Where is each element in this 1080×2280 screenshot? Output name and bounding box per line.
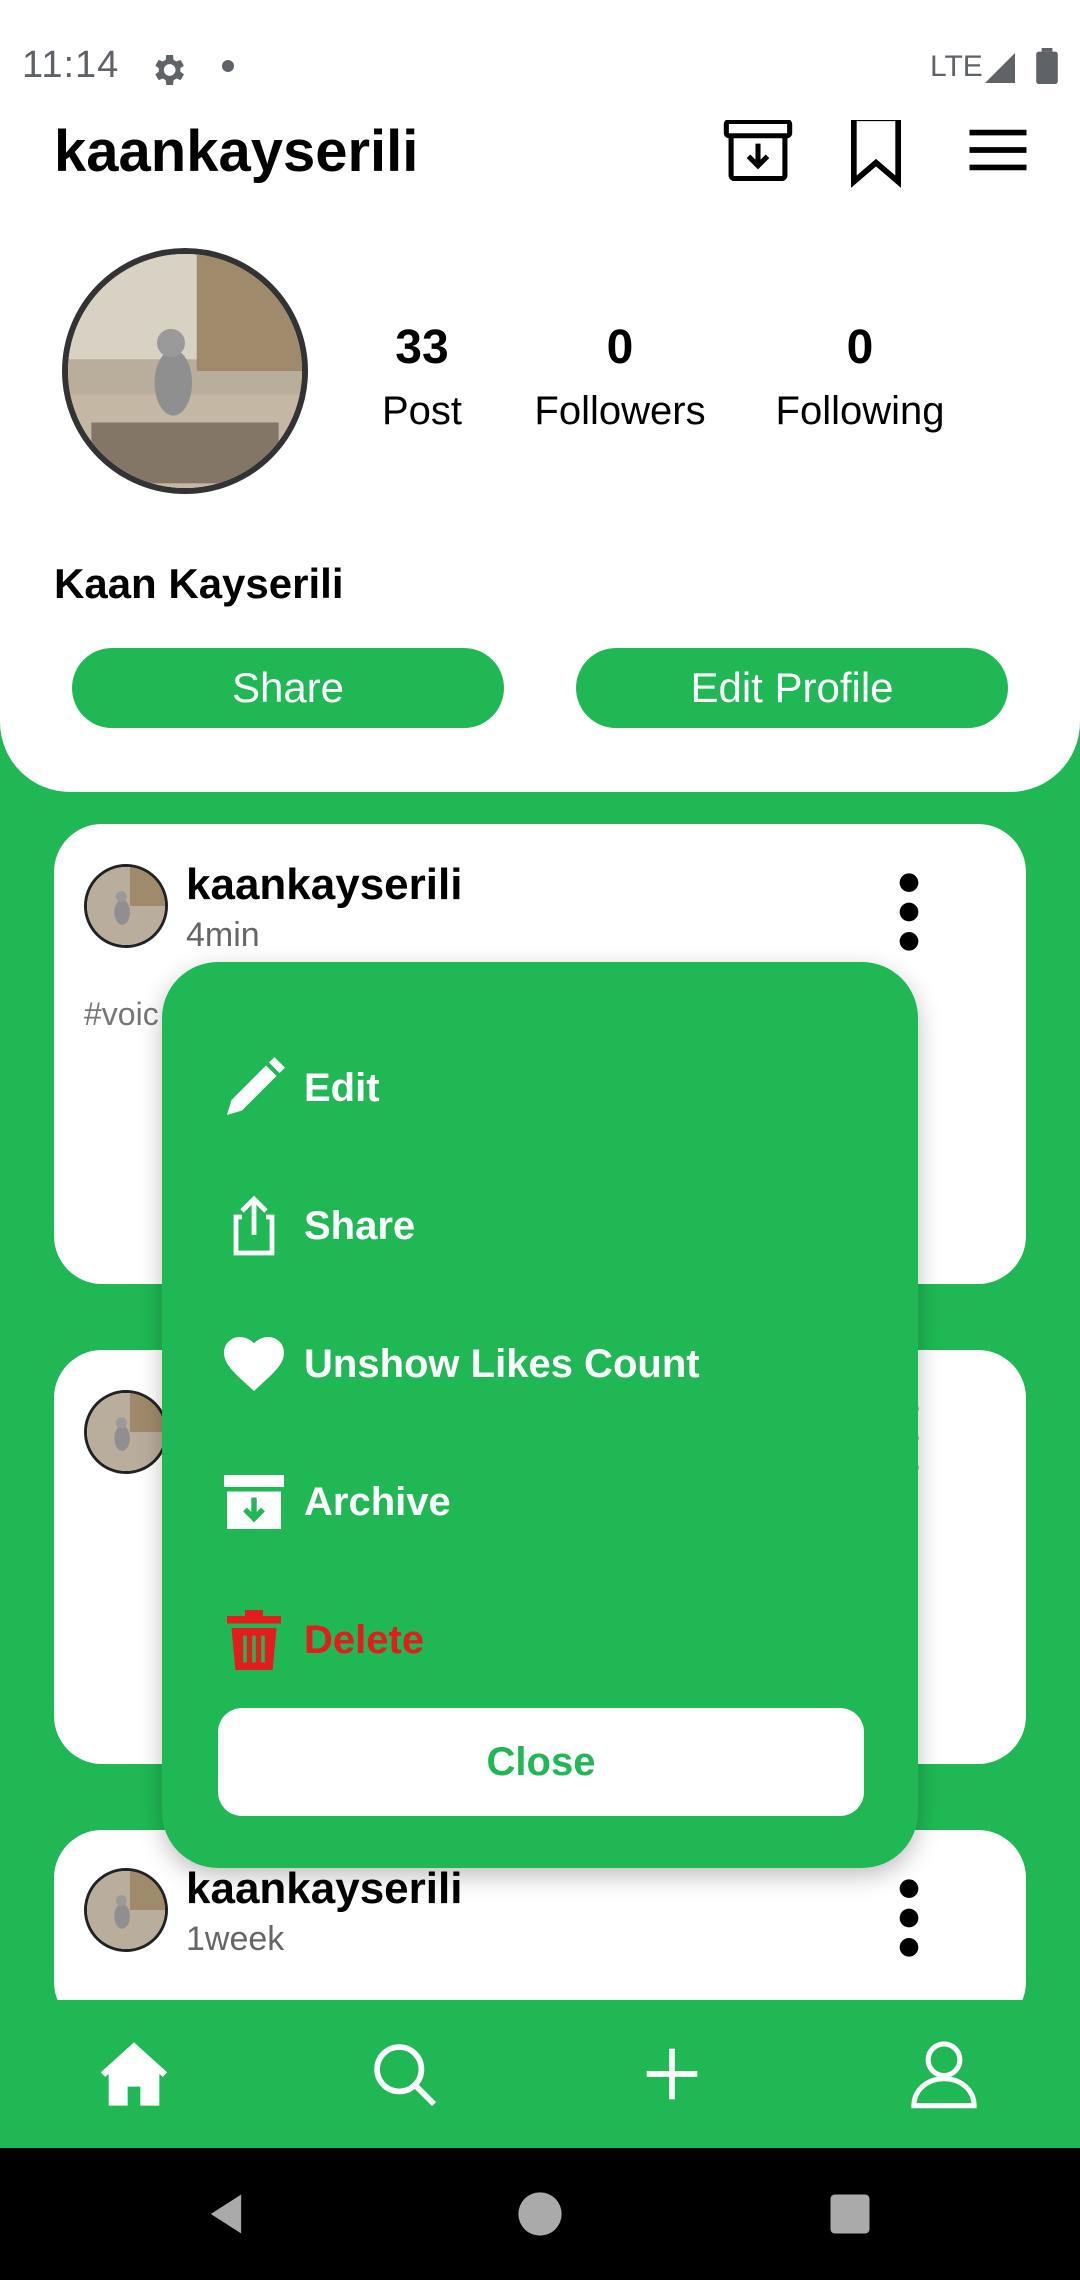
- system-navigation-bar: [0, 2148, 1080, 2280]
- stat-posts[interactable]: 33 Post: [312, 320, 532, 434]
- notification-dot-icon: [222, 60, 234, 72]
- stat-following-count: 0: [846, 321, 874, 374]
- more-options-icon[interactable]: [894, 1878, 924, 1958]
- menu-label-share: Share: [304, 1203, 416, 1248]
- menu-label-archive: Archive: [304, 1479, 451, 1524]
- pencil-icon: [227, 1057, 285, 1115]
- add-post-icon[interactable]: [634, 2036, 710, 2112]
- profile-full-name: Kaan Kayserili: [54, 560, 344, 607]
- back-icon[interactable]: [200, 2188, 252, 2240]
- heart-icon: [224, 1337, 284, 1391]
- share-profile-button[interactable]: Share: [72, 648, 504, 728]
- hamburger-menu-icon[interactable]: [960, 112, 1036, 188]
- menu-item-unshow-likes[interactable]: Unshow Likes Count: [218, 1324, 700, 1404]
- share-icon: [233, 1195, 275, 1256]
- profile-avatar[interactable]: [62, 248, 308, 494]
- menu-item-archive[interactable]: Archive: [218, 1462, 451, 1542]
- status-bar: 11:14 LTE: [0, 0, 1080, 120]
- archive-icon: [224, 1475, 284, 1529]
- menu-label-delete: Delete: [304, 1617, 425, 1662]
- post-avatar[interactable]: [84, 1868, 168, 1952]
- post-time: 1week: [186, 1920, 285, 1958]
- menu-label-edit: Edit: [304, 1065, 380, 1110]
- post-username[interactable]: kaankayserili: [186, 860, 462, 910]
- more-options-icon[interactable]: [894, 872, 924, 952]
- close-button[interactable]: Close: [218, 1708, 864, 1816]
- menu-label-unshow-likes: Unshow Likes Count: [304, 1341, 700, 1386]
- search-icon[interactable]: [366, 2036, 442, 2112]
- home-icon[interactable]: [96, 2036, 172, 2112]
- post-hashtag[interactable]: #voic: [84, 996, 159, 1033]
- menu-item-share[interactable]: Share: [218, 1186, 415, 1266]
- settings-gear-icon: [155, 55, 184, 85]
- menu-item-edit[interactable]: Edit: [218, 1048, 380, 1128]
- stat-followers-label: Followers: [534, 389, 706, 433]
- post-username[interactable]: kaankayserili: [186, 1864, 462, 1914]
- stat-followers[interactable]: 0 Followers: [510, 320, 730, 434]
- status-time: 11:14: [22, 44, 120, 86]
- trash-icon: [227, 1610, 281, 1670]
- post-avatar[interactable]: [84, 1390, 168, 1474]
- home-button-icon[interactable]: [514, 2188, 566, 2240]
- recents-icon[interactable]: [824, 2188, 876, 2240]
- stat-posts-count: 33: [395, 321, 449, 374]
- profile-icon[interactable]: [906, 2036, 982, 2112]
- post-time: 4min: [186, 916, 260, 954]
- signal-icon: [985, 53, 1015, 83]
- edit-profile-button[interactable]: Edit Profile: [576, 648, 1008, 728]
- post-avatar[interactable]: [84, 864, 168, 948]
- stat-followers-count: 0: [606, 321, 634, 374]
- battery-icon: [1036, 48, 1058, 84]
- bookmark-icon[interactable]: [838, 112, 914, 188]
- menu-item-delete[interactable]: Delete: [218, 1600, 424, 1680]
- network-type: LTE: [930, 50, 983, 83]
- stat-following-label: Following: [775, 389, 945, 433]
- stat-following[interactable]: 0 Following: [750, 320, 970, 434]
- page-title: kaankayserili: [54, 119, 419, 184]
- bottom-nav: [0, 2000, 1080, 2148]
- archive-icon[interactable]: [720, 112, 796, 188]
- stat-posts-label: Post: [381, 389, 463, 433]
- post-options-menu: Edit Share Unshow Likes Count Archive De…: [162, 962, 918, 1868]
